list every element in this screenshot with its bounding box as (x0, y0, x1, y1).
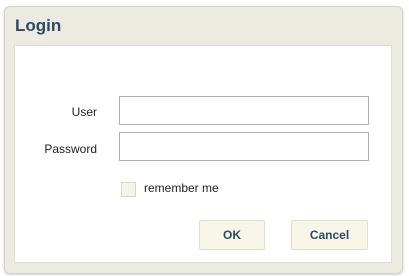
ok-button[interactable]: OK (199, 220, 265, 250)
password-label: Password (44, 142, 97, 156)
user-input[interactable] (119, 96, 369, 125)
cancel-button[interactable]: Cancel (291, 220, 368, 250)
login-form: User Password remember me OK Cancel (14, 45, 392, 263)
remember-me-label[interactable]: remember me (144, 181, 219, 195)
dialog-title-bar: Login (5, 7, 402, 45)
password-input[interactable] (119, 132, 369, 161)
login-dialog: Login User Password remember me OK Cance… (4, 6, 403, 274)
remember-me-checkbox[interactable] (121, 182, 136, 197)
dialog-title: Login (15, 16, 62, 35)
user-label: User (71, 105, 97, 119)
